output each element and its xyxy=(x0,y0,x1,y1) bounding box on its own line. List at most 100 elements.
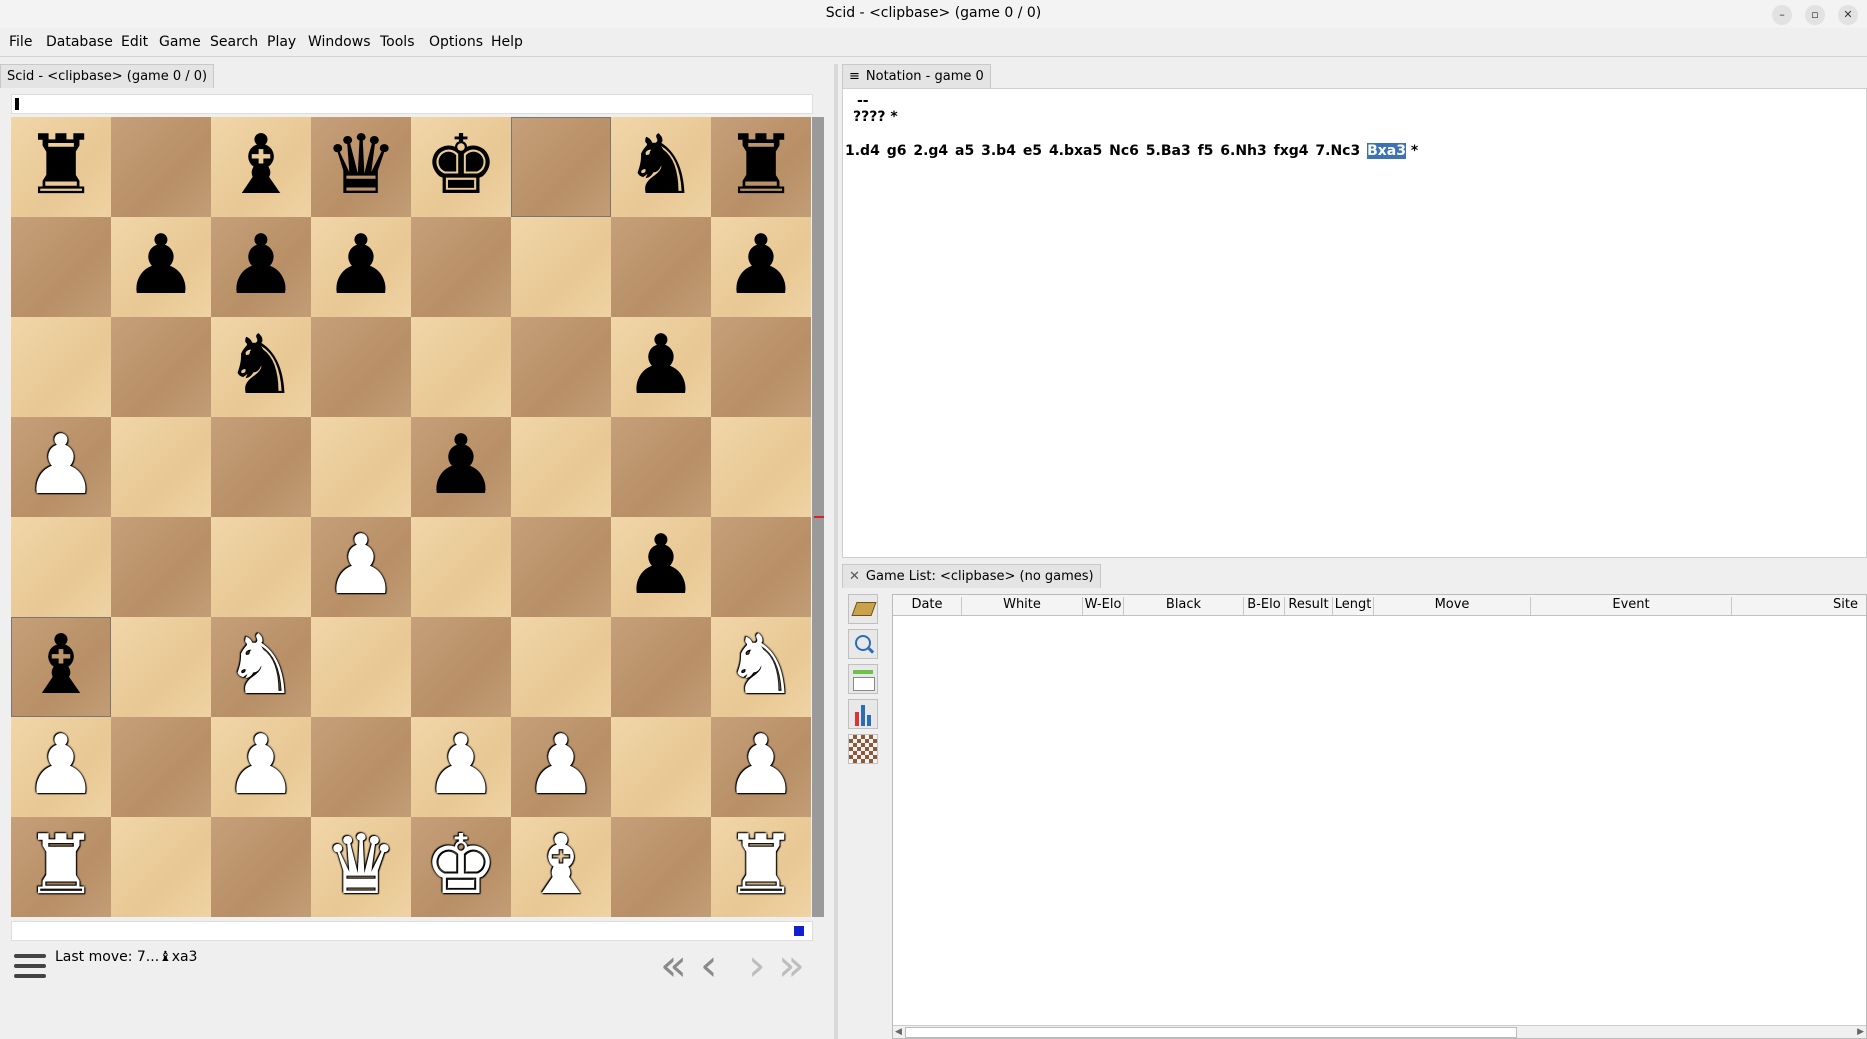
black-pawn-icon[interactable]: ♟ xyxy=(611,517,711,617)
scrollbar-thumb[interactable] xyxy=(905,1027,1517,1038)
current-move-token[interactable]: Bxa3 xyxy=(1367,143,1406,159)
square-f5[interactable] xyxy=(511,417,611,517)
white-rook-icon[interactable]: ♜ xyxy=(11,817,111,917)
next-move-icon[interactable]: › xyxy=(748,940,766,991)
square-b1[interactable] xyxy=(111,817,211,917)
white-knight-icon[interactable]: ♞ xyxy=(711,617,811,717)
black-king-icon[interactable]: ♚ xyxy=(411,117,511,217)
move-token[interactable]: 3.b4 xyxy=(981,143,1021,159)
scroll-left-icon[interactable]: ◀ xyxy=(895,1027,902,1037)
white-pawn-icon[interactable]: ♟ xyxy=(511,717,611,817)
board-tab[interactable]: Scid - <clipbase> (game 0 / 0) xyxy=(0,64,215,88)
close-icon[interactable]: ✕ xyxy=(1838,5,1858,25)
col-move[interactable]: Move xyxy=(1374,597,1531,615)
close-tab-icon[interactable]: ✕ xyxy=(849,569,860,584)
col-event[interactable]: Event xyxy=(1531,597,1732,615)
black-pawn-icon[interactable]: ♟ xyxy=(611,317,711,417)
square-e6[interactable] xyxy=(411,317,511,417)
scroll-right-icon[interactable]: ▶ xyxy=(1857,1027,1864,1037)
zoom-icon[interactable] xyxy=(848,629,878,659)
move-token[interactable]: 1.d4 xyxy=(845,143,885,159)
move-token[interactable]: 6.Nh3 xyxy=(1220,143,1271,159)
white-pawn-icon[interactable]: ♟ xyxy=(311,517,411,617)
minimize-icon[interactable]: – xyxy=(1772,5,1792,25)
square-g3[interactable] xyxy=(611,617,711,717)
square-c5[interactable] xyxy=(211,417,311,517)
white-pawn-icon[interactable]: ♟ xyxy=(711,717,811,817)
square-h6[interactable] xyxy=(711,317,811,417)
square-d5[interactable] xyxy=(311,417,411,517)
col-site[interactable]: Site xyxy=(1732,597,1866,615)
move-token[interactable]: e5 xyxy=(1023,143,1047,159)
menu-database[interactable]: Database xyxy=(46,34,113,50)
square-b6[interactable] xyxy=(111,317,211,417)
black-knight-icon[interactable]: ♞ xyxy=(211,317,311,417)
square-g7[interactable] xyxy=(611,217,711,317)
square-g5[interactable] xyxy=(611,417,711,517)
hamburger-menu-icon[interactable] xyxy=(14,954,46,982)
square-a7[interactable] xyxy=(11,217,111,317)
col-w-elo[interactable]: W-Elo xyxy=(1083,597,1124,615)
square-b3[interactable] xyxy=(111,617,211,717)
white-rook-icon[interactable]: ♜ xyxy=(711,817,811,917)
move-token[interactable]: 4.bxa5 xyxy=(1049,143,1107,159)
white-queen-icon[interactable]: ♛ xyxy=(311,817,411,917)
black-queen-icon[interactable]: ♛ xyxy=(311,117,411,217)
game-list-table[interactable]: Date White W-Elo Black B-Elo Result Leng… xyxy=(892,594,1867,1039)
square-g2[interactable] xyxy=(611,717,711,817)
square-e3[interactable] xyxy=(411,617,511,717)
square-c1[interactable] xyxy=(211,817,311,917)
black-pawn-icon[interactable]: ♟ xyxy=(211,217,311,317)
chessboard-icon[interactable] xyxy=(848,734,878,764)
square-b2[interactable] xyxy=(111,717,211,817)
col-b-elo[interactable]: B-Elo xyxy=(1244,597,1285,615)
move-token[interactable]: 2.g4 xyxy=(913,143,953,159)
first-move-icon[interactable]: « xyxy=(660,940,687,991)
square-f3[interactable] xyxy=(511,617,611,717)
move-token[interactable]: fxg4 xyxy=(1274,143,1314,159)
menu-help[interactable]: Help xyxy=(491,34,523,50)
prev-move-icon[interactable]: ‹ xyxy=(700,940,718,991)
white-king-icon[interactable]: ♚ xyxy=(411,817,511,917)
menu-tools[interactable]: Tools xyxy=(380,34,415,50)
move-token[interactable]: a5 xyxy=(955,143,979,159)
menu-file[interactable]: File xyxy=(9,34,32,50)
square-b8[interactable] xyxy=(111,117,211,217)
move-token[interactable]: 7.Nc3 xyxy=(1315,143,1365,159)
move-token[interactable]: g6 xyxy=(887,143,912,159)
chess-board[interactable]: ♜ ♝ ♛ ♚ ♞ ♜ ♟ ♟ ♟ ♟ ♞ ♟ ♟ ♟ ♟ ♟ ♝ ♞ ♞ ♟ ♟ ♟ ♟ ♟ ♜ ♛ ♚ ♝ ♜ xyxy=(11,117,811,917)
col-black[interactable]: Black xyxy=(1124,597,1244,615)
square-d6[interactable] xyxy=(311,317,411,417)
black-knight-icon[interactable]: ♞ xyxy=(611,117,711,217)
white-pawn-icon[interactable]: ♟ xyxy=(411,717,511,817)
square-f4[interactable] xyxy=(511,517,611,617)
menu-play[interactable]: Play xyxy=(267,34,296,50)
menu-edit[interactable]: Edit xyxy=(121,34,148,50)
col-length[interactable]: Lengt xyxy=(1333,597,1374,615)
white-pawn-icon[interactable]: ♟ xyxy=(11,717,111,817)
tab-menu-icon[interactable]: ≡ xyxy=(849,69,860,84)
square-b5[interactable] xyxy=(111,417,211,517)
menu-options[interactable]: Options xyxy=(429,34,483,50)
white-bishop-icon[interactable]: ♝ xyxy=(511,817,611,917)
square-h5[interactable] xyxy=(711,417,811,517)
white-pawn-icon[interactable]: ♟ xyxy=(11,417,111,517)
square-a4[interactable] xyxy=(11,517,111,617)
black-bishop-icon[interactable]: ♝ xyxy=(211,117,311,217)
square-e4[interactable] xyxy=(411,517,511,617)
col-white[interactable]: White xyxy=(962,597,1083,615)
square-e7[interactable] xyxy=(411,217,511,317)
square-d3[interactable] xyxy=(311,617,411,717)
notation-tab[interactable]: ≡ Notation - game 0 xyxy=(842,64,991,88)
move-token[interactable]: 5.Ba3 xyxy=(1146,143,1196,159)
notation-panel[interactable]: -- ???? * 1.d4 g6 2.g4 a5 3.b4 e5 4.bxa5… xyxy=(842,88,1867,558)
move-token[interactable]: Nc6 xyxy=(1109,143,1144,159)
menu-game[interactable]: Game xyxy=(159,34,201,50)
black-pawn-icon[interactable]: ♟ xyxy=(311,217,411,317)
horizontal-scrollbar[interactable]: ◀ ▶ xyxy=(893,1025,1866,1038)
black-pawn-icon[interactable]: ♟ xyxy=(711,217,811,317)
white-pawn-icon[interactable]: ♟ xyxy=(211,717,311,817)
square-c4[interactable] xyxy=(211,517,311,617)
square-d2[interactable] xyxy=(311,717,411,817)
menu-windows[interactable]: Windows xyxy=(308,34,371,50)
